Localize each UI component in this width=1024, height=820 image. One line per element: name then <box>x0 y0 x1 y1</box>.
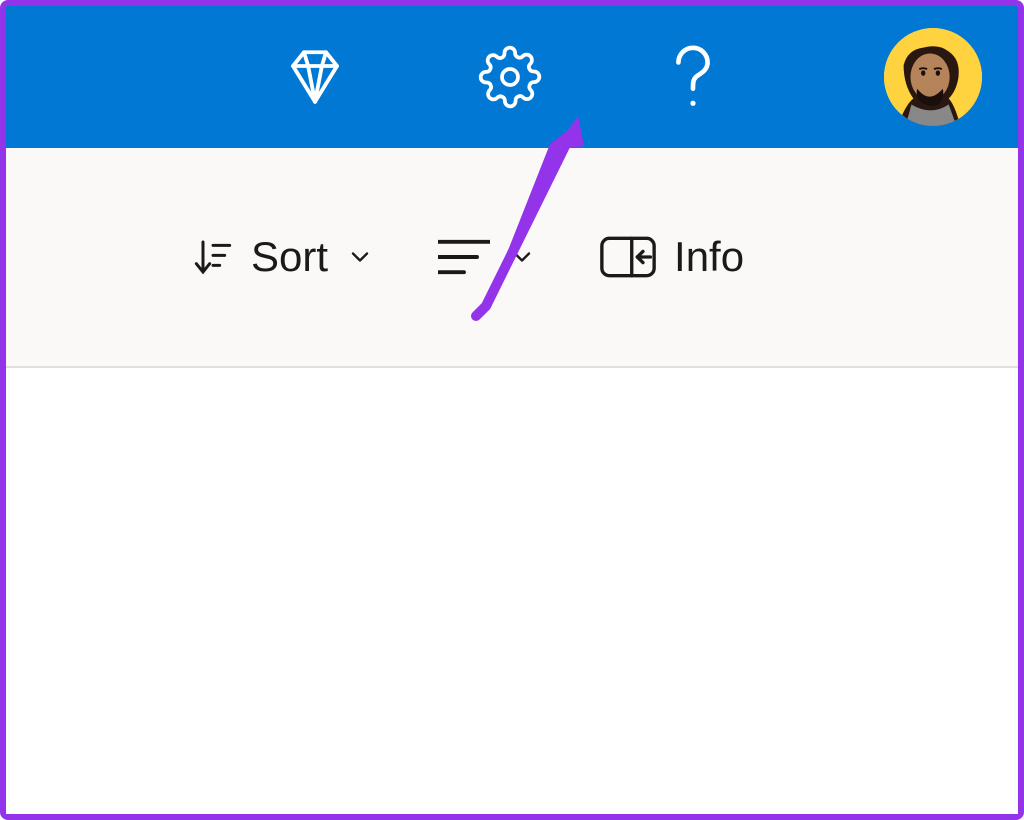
toolbar: Sort Info <box>6 148 1018 368</box>
chevron-down-icon <box>508 243 536 271</box>
content-area <box>6 368 1018 814</box>
info-button[interactable]: Info <box>588 225 756 289</box>
list-view-icon <box>438 235 490 279</box>
avatar-image <box>884 28 982 126</box>
user-avatar[interactable] <box>884 28 982 126</box>
info-label: Info <box>674 233 744 281</box>
premium-button[interactable] <box>282 44 348 110</box>
header-icon-group <box>282 42 714 112</box>
sort-icon <box>193 235 233 279</box>
sort-button[interactable]: Sort <box>181 225 386 289</box>
view-button[interactable] <box>426 227 548 287</box>
info-panel-icon <box>600 235 656 279</box>
settings-button[interactable] <box>478 45 542 109</box>
gear-icon <box>478 45 542 109</box>
chevron-down-icon <box>346 243 374 271</box>
question-icon <box>672 42 714 112</box>
sort-label: Sort <box>251 233 328 281</box>
diamond-icon <box>282 44 348 110</box>
help-button[interactable] <box>672 42 714 112</box>
app-header <box>6 6 1018 148</box>
